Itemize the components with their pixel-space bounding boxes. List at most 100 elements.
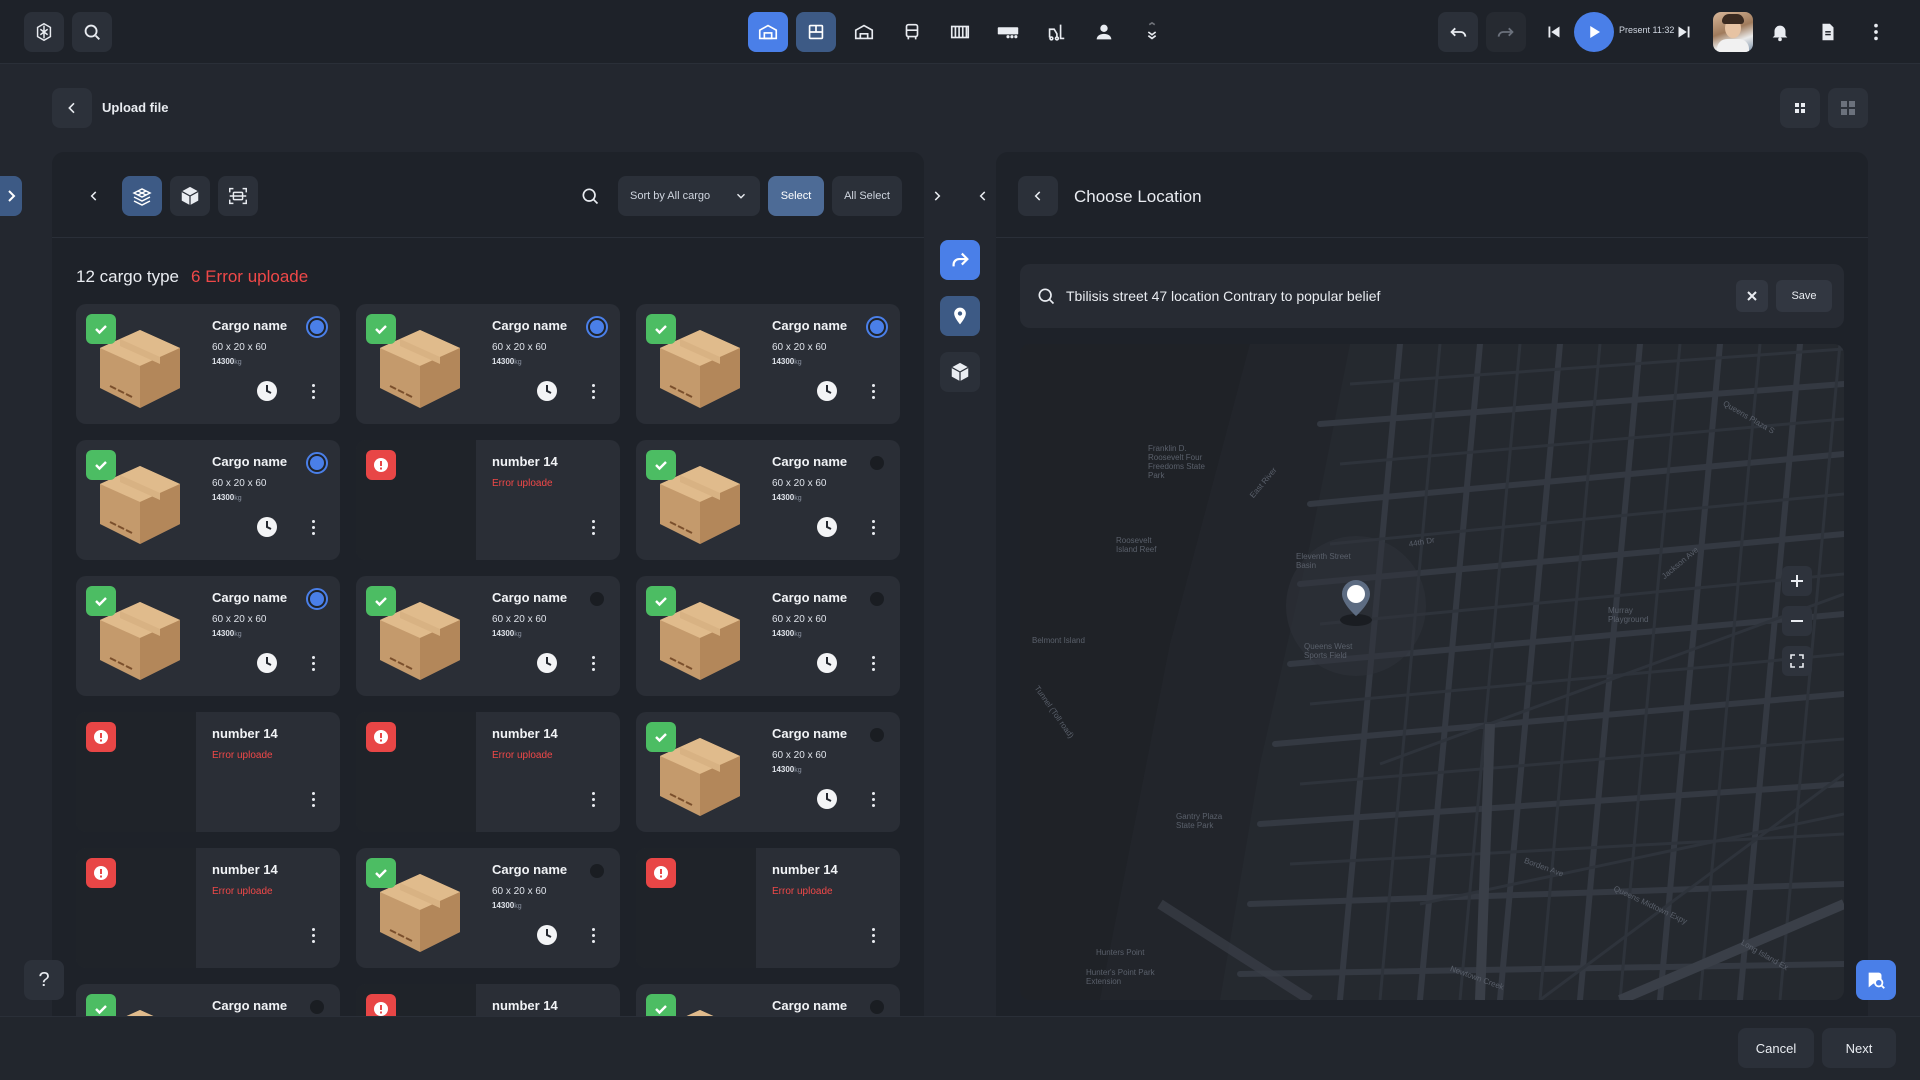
document-icon[interactable] [1808, 12, 1848, 52]
undo-icon[interactable] [1438, 12, 1478, 52]
clock-icon[interactable] [536, 380, 558, 402]
select-button[interactable]: Select [768, 176, 824, 216]
location-search-input[interactable]: Tbilisis street 47 location Contrary to … [1066, 288, 1380, 304]
select-radio[interactable] [306, 588, 328, 610]
grid-large-view-icon[interactable] [1828, 88, 1868, 128]
more-options-icon[interactable] [860, 922, 886, 948]
clock-icon[interactable] [536, 652, 558, 674]
clear-icon[interactable] [1736, 280, 1768, 312]
select-radio[interactable] [586, 316, 608, 338]
clock-icon[interactable] [256, 516, 278, 538]
more-options-icon[interactable] [300, 378, 326, 404]
cargo-back-icon[interactable] [74, 176, 114, 216]
select-radio[interactable] [870, 1000, 884, 1014]
cargo-card[interactable]: Cargo name 60 x 20 x 60 14300kg [356, 848, 620, 968]
location-search[interactable]: Tbilisis street 47 location Contrary to … [1020, 264, 1844, 328]
more-options-icon[interactable] [300, 514, 326, 540]
next-button[interactable]: Next [1822, 1028, 1896, 1068]
more-options-icon[interactable] [300, 922, 326, 948]
box-3d-icon[interactable] [170, 176, 210, 216]
cargo-card[interactable]: number 14 Error uploade [76, 712, 340, 832]
chat-support-icon[interactable] [1856, 960, 1896, 1000]
fullscreen-icon[interactable] [1782, 646, 1812, 676]
more-nav-chevron-icon[interactable] [1132, 12, 1172, 52]
search-icon[interactable] [72, 12, 112, 52]
clock-icon[interactable] [816, 788, 838, 810]
back-button[interactable] [52, 88, 92, 128]
clock-icon[interactable] [816, 516, 838, 538]
cargo-card[interactable]: Cargo name 60 x 20 x 60 14300kg [76, 440, 340, 560]
location-back-icon[interactable] [1018, 176, 1058, 216]
more-options-icon[interactable] [860, 650, 886, 676]
kebab-menu-icon[interactable] [1856, 12, 1896, 52]
cargo-card[interactable]: number 14 Error uploade [636, 848, 900, 968]
cargo-card[interactable]: number 14 Error uploade [356, 712, 620, 832]
zoom-in-icon[interactable] [1782, 566, 1812, 596]
select-radio[interactable] [870, 728, 884, 742]
cargo-card[interactable]: Cargo name 60 x 20 x 60 14300kg [76, 576, 340, 696]
redo-icon[interactable] [1486, 12, 1526, 52]
zoom-out-icon[interactable] [1782, 606, 1812, 636]
more-options-icon[interactable] [580, 650, 606, 676]
more-options-icon[interactable] [860, 378, 886, 404]
select-radio[interactable] [866, 316, 888, 338]
logo-icon[interactable] [24, 12, 64, 52]
select-radio[interactable] [870, 456, 884, 470]
expand-right-icon[interactable] [917, 176, 957, 216]
cargo-card[interactable]: Cargo name 60 x 20 x 60 14300kg [636, 712, 900, 832]
more-options-icon[interactable] [860, 786, 886, 812]
garage-icon[interactable] [844, 12, 884, 52]
skip-forward-icon[interactable] [1664, 12, 1704, 52]
clock-icon[interactable] [256, 380, 278, 402]
location-pin-icon[interactable] [940, 296, 980, 336]
boxes-icon[interactable] [796, 12, 836, 52]
cargo-card[interactable]: Cargo name 60 x 20 x 60 14300kg [636, 440, 900, 560]
package-icon[interactable] [940, 352, 980, 392]
sidebar-expand-button[interactable] [0, 176, 22, 216]
cargo-card[interactable]: Cargo name 60 x 20 x 60 14300kg [76, 304, 340, 424]
cargo-card[interactable]: number 14 Error uploade [76, 848, 340, 968]
cargo-card[interactable]: Cargo name 60 x 20 x 60 14300kg [356, 576, 620, 696]
save-location-button[interactable]: Save [1776, 280, 1832, 312]
select-radio[interactable] [590, 592, 604, 606]
more-options-icon[interactable] [860, 514, 886, 540]
pallet-stack-icon[interactable] [122, 176, 162, 216]
cancel-button[interactable]: Cancel [1738, 1028, 1814, 1068]
help-button[interactable]: ? [24, 960, 64, 1000]
cargo-search-icon[interactable] [570, 176, 610, 216]
user-icon[interactable] [1084, 12, 1124, 52]
cargo-card[interactable]: Cargo name [636, 984, 900, 1016]
cargo-card[interactable]: number 14 Error uploade [356, 440, 620, 560]
cargo-card[interactable]: Cargo name 60 x 20 x 60 14300kg [356, 304, 620, 424]
trailer-icon[interactable] [988, 12, 1028, 52]
forklift-icon[interactable] [1036, 12, 1076, 52]
cargo-card[interactable]: Cargo name [76, 984, 340, 1016]
select-radio[interactable] [870, 592, 884, 606]
select-radio[interactable] [310, 1000, 324, 1014]
more-options-icon[interactable] [580, 922, 606, 948]
clock-icon[interactable] [256, 652, 278, 674]
cargo-card[interactable]: number 14 [356, 984, 620, 1016]
truck-front-icon[interactable] [892, 12, 932, 52]
bell-icon[interactable] [1760, 12, 1800, 52]
map[interactable]: Franklin D. Roosevelt Four Freedoms Stat… [1020, 344, 1844, 1000]
play-icon[interactable] [1574, 12, 1614, 52]
all-select-button[interactable]: All Select [832, 176, 902, 216]
more-options-icon[interactable] [580, 378, 606, 404]
warehouse-icon[interactable] [748, 12, 788, 52]
clock-icon[interactable] [536, 924, 558, 946]
sort-dropdown[interactable]: Sort by All cargo [618, 176, 760, 216]
cargo-card[interactable]: Cargo name 60 x 20 x 60 14300kg [636, 576, 900, 696]
avatar[interactable] [1713, 12, 1753, 52]
scan-box-icon[interactable] [218, 176, 258, 216]
select-radio[interactable] [590, 864, 604, 878]
grid-small-view-icon[interactable] [1780, 88, 1820, 128]
more-options-icon[interactable] [300, 786, 326, 812]
select-radio[interactable] [306, 452, 328, 474]
skip-back-icon[interactable] [1534, 12, 1574, 52]
select-radio[interactable] [306, 316, 328, 338]
container-icon[interactable] [940, 12, 980, 52]
more-options-icon[interactable] [580, 514, 606, 540]
cargo-card[interactable]: Cargo name 60 x 20 x 60 14300kg [636, 304, 900, 424]
clock-icon[interactable] [816, 380, 838, 402]
